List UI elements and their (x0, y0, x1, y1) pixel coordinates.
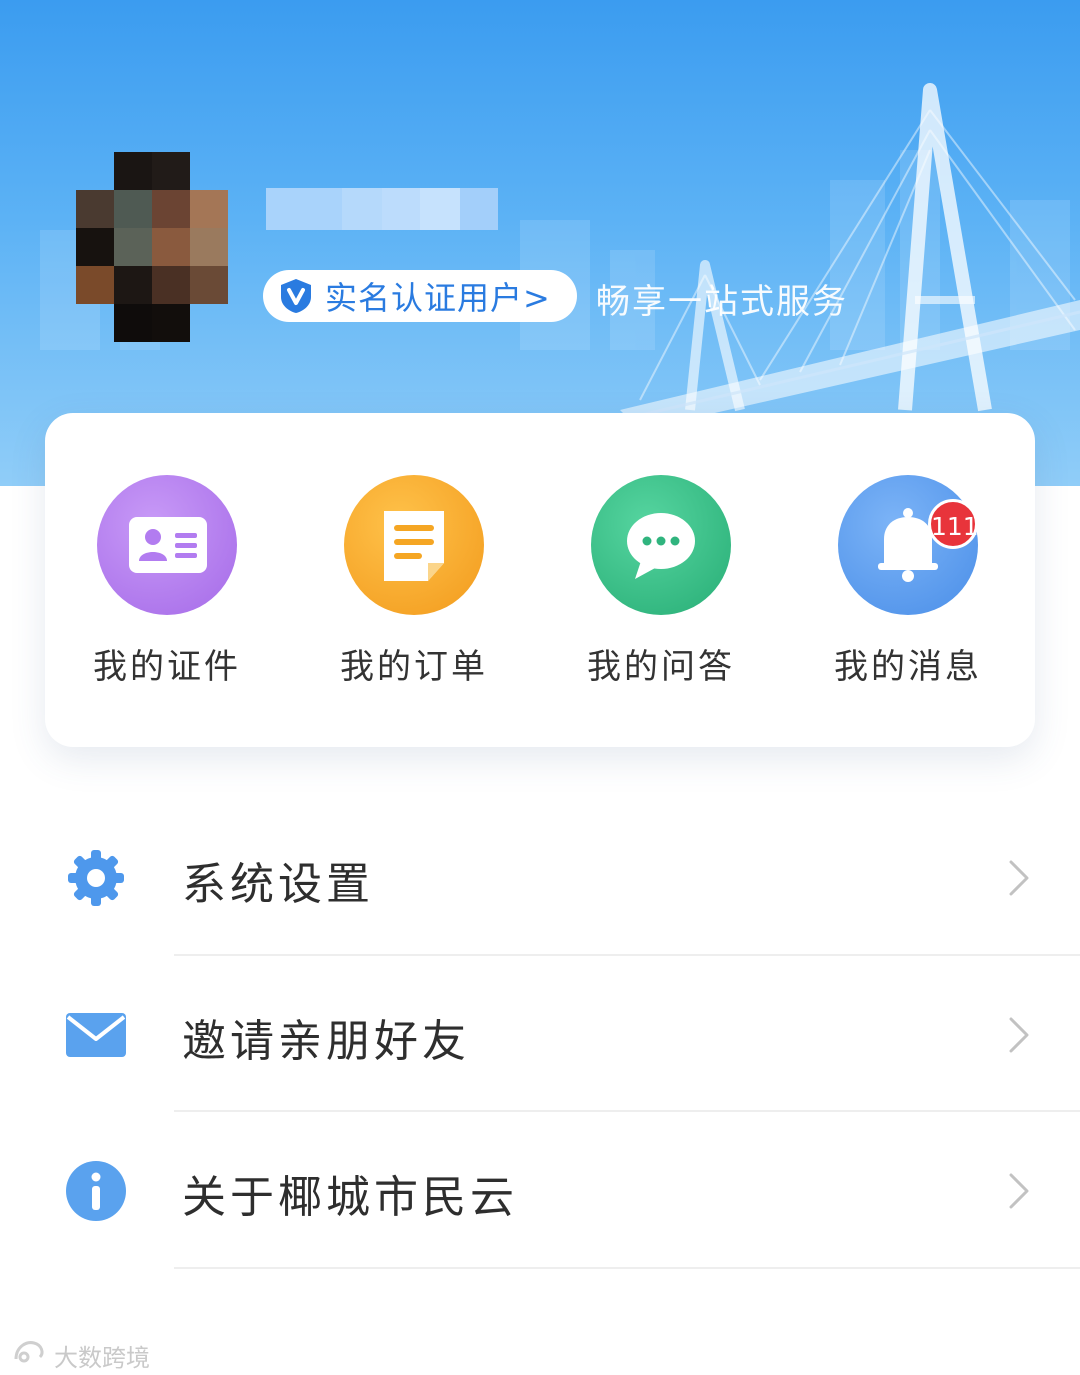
avatar[interactable] (76, 152, 228, 342)
username-blurred (266, 188, 498, 230)
divider (174, 954, 1080, 956)
slogan-text: 畅享一站式服务 (596, 282, 848, 322)
quick-actions-card: 我的证件 我的订单 我的问答 111 我的消息 (45, 413, 1035, 747)
chat-bubble-icon (591, 475, 731, 615)
unread-count-badge: 111 (928, 499, 979, 549)
gear-icon (64, 846, 128, 910)
bell-icon: 111 (838, 475, 979, 615)
chevron-right-icon (1006, 858, 1032, 898)
my-orders-button[interactable]: 我的订单 (294, 475, 534, 688)
menu-item-label: 系统设置 (182, 859, 374, 910)
menu-item-about[interactable]: 关于椰城市民云 (0, 1113, 1080, 1269)
quick-action-label: 我的证件 (93, 647, 241, 687)
order-note-icon (344, 475, 484, 615)
menu-item-invite-friends[interactable]: 邀请亲朋好友 (0, 957, 1080, 1113)
mail-icon (64, 1003, 128, 1067)
chevron-right-icon (1006, 1015, 1032, 1055)
verified-user-button[interactable]: 实名认证用户> (263, 270, 577, 322)
divider (174, 1267, 1080, 1269)
info-icon (64, 1159, 128, 1223)
verified-v-icon (277, 277, 315, 315)
my-qa-button[interactable]: 我的问答 (541, 475, 781, 688)
id-card-icon (97, 475, 237, 615)
divider (174, 1110, 1080, 1112)
quick-action-label: 我的订单 (340, 647, 488, 687)
watermark-text: 大数跨境 (54, 1343, 150, 1372)
quick-action-label: 我的消息 (834, 647, 982, 687)
my-certificates-button[interactable]: 我的证件 (47, 475, 287, 688)
menu-item-label: 关于椰城市民云 (182, 1172, 518, 1223)
chevron-right-icon (1006, 1171, 1032, 1211)
quick-action-label: 我的问答 (587, 647, 735, 687)
my-messages-button[interactable]: 111 我的消息 (788, 475, 1028, 688)
menu-item-system-settings[interactable]: 系统设置 (0, 800, 1080, 956)
watermark: 大数跨境 (12, 1338, 150, 1372)
menu-item-label: 邀请亲朋好友 (182, 1016, 470, 1067)
watermark-logo-icon (12, 1337, 48, 1373)
verified-label: 实名认证用户> (325, 279, 551, 317)
